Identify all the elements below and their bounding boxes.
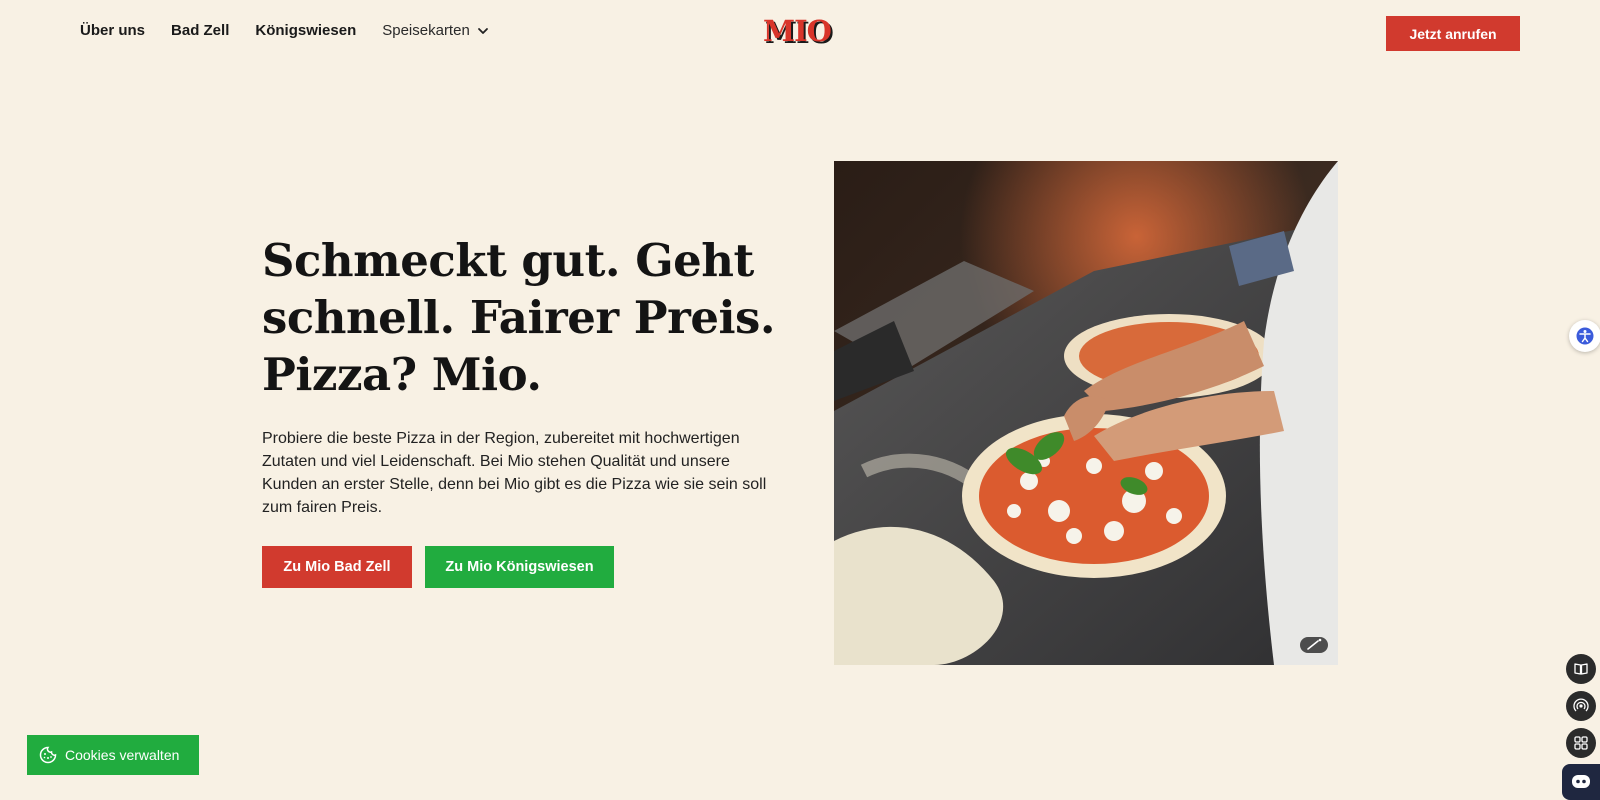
apps-grid-icon <box>1574 736 1588 750</box>
magic-wand-icon <box>1300 637 1328 653</box>
hero-headline: Schmeckt gut. Geht schnell. Fairer Preis… <box>262 234 776 401</box>
chat-bot-icon <box>1572 775 1590 788</box>
nav-link-ueber-uns[interactable]: Über uns <box>80 22 145 39</box>
manage-cookies-button[interactable]: Cookies verwalten <box>27 735 199 775</box>
cookie-icon <box>39 746 57 764</box>
side-apps-button[interactable] <box>1566 728 1596 758</box>
accessibility-icon <box>1576 327 1594 345</box>
manage-cookies-label: Cookies verwalten <box>65 747 180 763</box>
nav-dropdown-label: Speisekarten <box>382 22 470 39</box>
mio-logo[interactable]: MIO <box>763 14 832 48</box>
call-now-button[interactable]: Jetzt anrufen <box>1386 16 1520 51</box>
pizza-photo <box>834 161 1338 665</box>
side-broadcast-button[interactable] <box>1566 691 1596 721</box>
to-bad-zell-button[interactable]: Zu Mio Bad Zell <box>262 546 412 588</box>
accessibility-widget-button[interactable] <box>1569 320 1600 352</box>
broadcast-icon <box>1573 698 1589 712</box>
hero-pizza-image <box>834 161 1338 665</box>
book-icon <box>1574 663 1588 675</box>
nav-link-koenigswiesen[interactable]: Königswiesen <box>255 22 356 39</box>
hero-intro-text: Probiere die beste Pizza in der Region, … <box>262 430 767 516</box>
nav-dropdown-speisekarten[interactable]: Speisekarten <box>382 22 490 39</box>
to-koenigswiesen-button[interactable]: Zu Mio Königswiesen <box>425 546 614 588</box>
chevron-down-icon <box>477 27 488 34</box>
main-nav: Über uns Bad Zell Königswiesen Speisekar… <box>80 22 490 39</box>
site-header: Über uns Bad Zell Königswiesen Speisekar… <box>0 0 1600 66</box>
nav-link-bad-zell[interactable]: Bad Zell <box>171 22 229 39</box>
side-book-button[interactable] <box>1566 654 1596 684</box>
side-chat-button[interactable] <box>1562 764 1600 800</box>
